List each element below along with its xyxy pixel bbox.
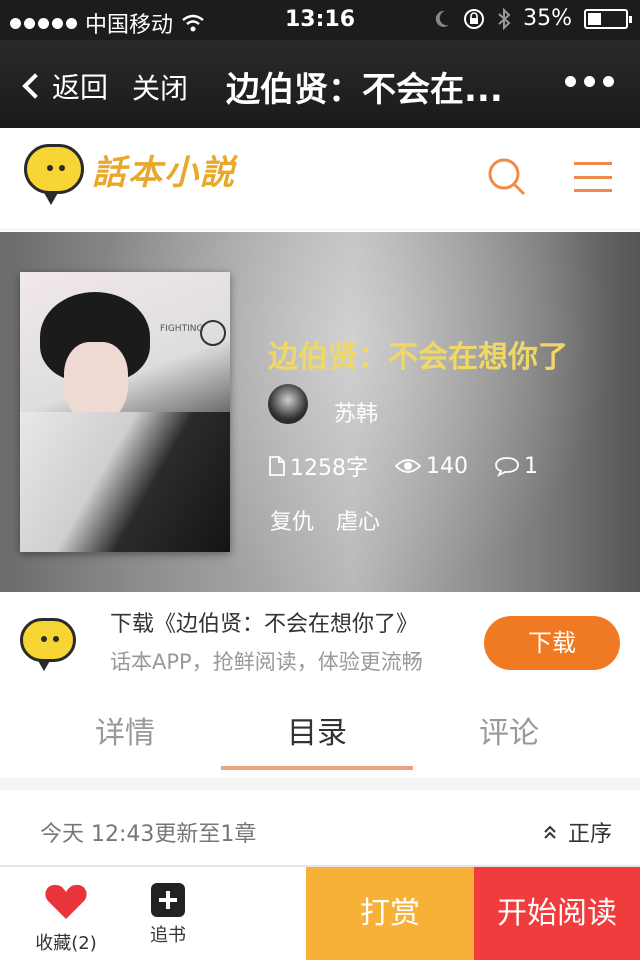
double-chevron-up-icon	[544, 825, 556, 839]
word-count: 1258字	[290, 456, 368, 481]
book-cover[interactable]: FIGHTING	[20, 272, 230, 552]
reward-button[interactable]: 打赏	[306, 867, 474, 960]
author-name[interactable]: 苏韩	[334, 396, 378, 428]
tab-comments[interactable]: 评论	[414, 708, 604, 752]
plus-icon	[151, 883, 185, 917]
moon-icon	[435, 10, 450, 27]
download-button[interactable]: 下载	[484, 616, 620, 670]
follow-label: 追书	[150, 925, 186, 946]
tag[interactable]: 复仇	[270, 504, 314, 536]
follow-button[interactable]: 追书	[140, 883, 196, 947]
catalog-header: 今天 12:43更新至1章 正序	[0, 790, 640, 866]
tag-list: 复仇 虐心	[270, 504, 380, 536]
bottom-action-bar: 收藏(2) 追书 打赏 开始阅读	[0, 866, 640, 960]
tag[interactable]: 虐心	[336, 504, 380, 536]
view-count: 140	[426, 453, 468, 479]
bluetooth-icon	[498, 7, 511, 30]
logo-text: 話本小説	[92, 152, 236, 193]
comment-count: 1	[524, 453, 538, 479]
cover-text: FIGHTING	[160, 324, 204, 334]
search-icon[interactable]	[486, 156, 526, 196]
update-status: 今天 12:43更新至1章	[40, 822, 257, 847]
battery-icon	[584, 8, 632, 29]
rotation-lock-icon	[464, 8, 485, 29]
tab-bar: 详情 目录 评论	[0, 690, 640, 774]
app-header: 話本小説	[0, 128, 640, 230]
menu-icon[interactable]	[574, 162, 612, 192]
page-title: 边伯贤：不会在...	[226, 70, 503, 110]
back-label: 返回	[52, 71, 109, 104]
start-reading-button[interactable]: 开始阅读	[474, 867, 640, 960]
back-button[interactable]: 返回	[20, 66, 108, 106]
avatar[interactable]	[268, 384, 308, 424]
browser-nav-bar: 返回 关闭 边伯贤：不会在...	[0, 40, 640, 128]
heart-icon	[45, 884, 87, 919]
favorite-label: 收藏(2)	[35, 933, 97, 954]
app-logo-icon	[20, 618, 76, 671]
eye-icon	[394, 459, 422, 473]
book-hero: FIGHTING 边伯贤：不会在想你了 苏韩 1258字 140 1 复仇 虐心	[0, 232, 640, 592]
favorite-button[interactable]: 收藏(2)	[28, 883, 104, 955]
document-icon	[269, 456, 285, 476]
download-title: 下载《边伯贤：不会在想你了》	[110, 612, 419, 637]
tab-indicator	[221, 766, 413, 770]
app-logo[interactable]: 話本小説	[24, 144, 236, 205]
sort-button[interactable]: 正序	[542, 816, 612, 848]
sort-label: 正序	[567, 822, 612, 847]
chevron-left-icon	[22, 73, 48, 99]
status-bar: 中国移动 13:16 35%	[0, 0, 640, 40]
tab-details[interactable]: 详情	[30, 708, 220, 752]
comment-icon	[495, 457, 519, 477]
download-subtitle: 话本APP，抢鲜阅读，体验更流畅	[110, 650, 423, 674]
smiley-icon	[200, 320, 226, 346]
tab-catalog[interactable]: 目录	[222, 708, 412, 752]
close-button[interactable]: 关闭	[132, 67, 188, 107]
more-button[interactable]	[565, 76, 614, 87]
logo-bubble-icon	[24, 144, 84, 205]
divider	[0, 778, 640, 790]
book-title: 边伯贤：不会在想你了	[268, 340, 568, 375]
download-banner: 下载《边伯贤：不会在想你了》 话本APP，抢鲜阅读，体验更流畅 下载	[0, 592, 640, 684]
battery-percent: 35%	[523, 6, 572, 31]
book-stats: 1258字 140 1	[268, 450, 564, 482]
